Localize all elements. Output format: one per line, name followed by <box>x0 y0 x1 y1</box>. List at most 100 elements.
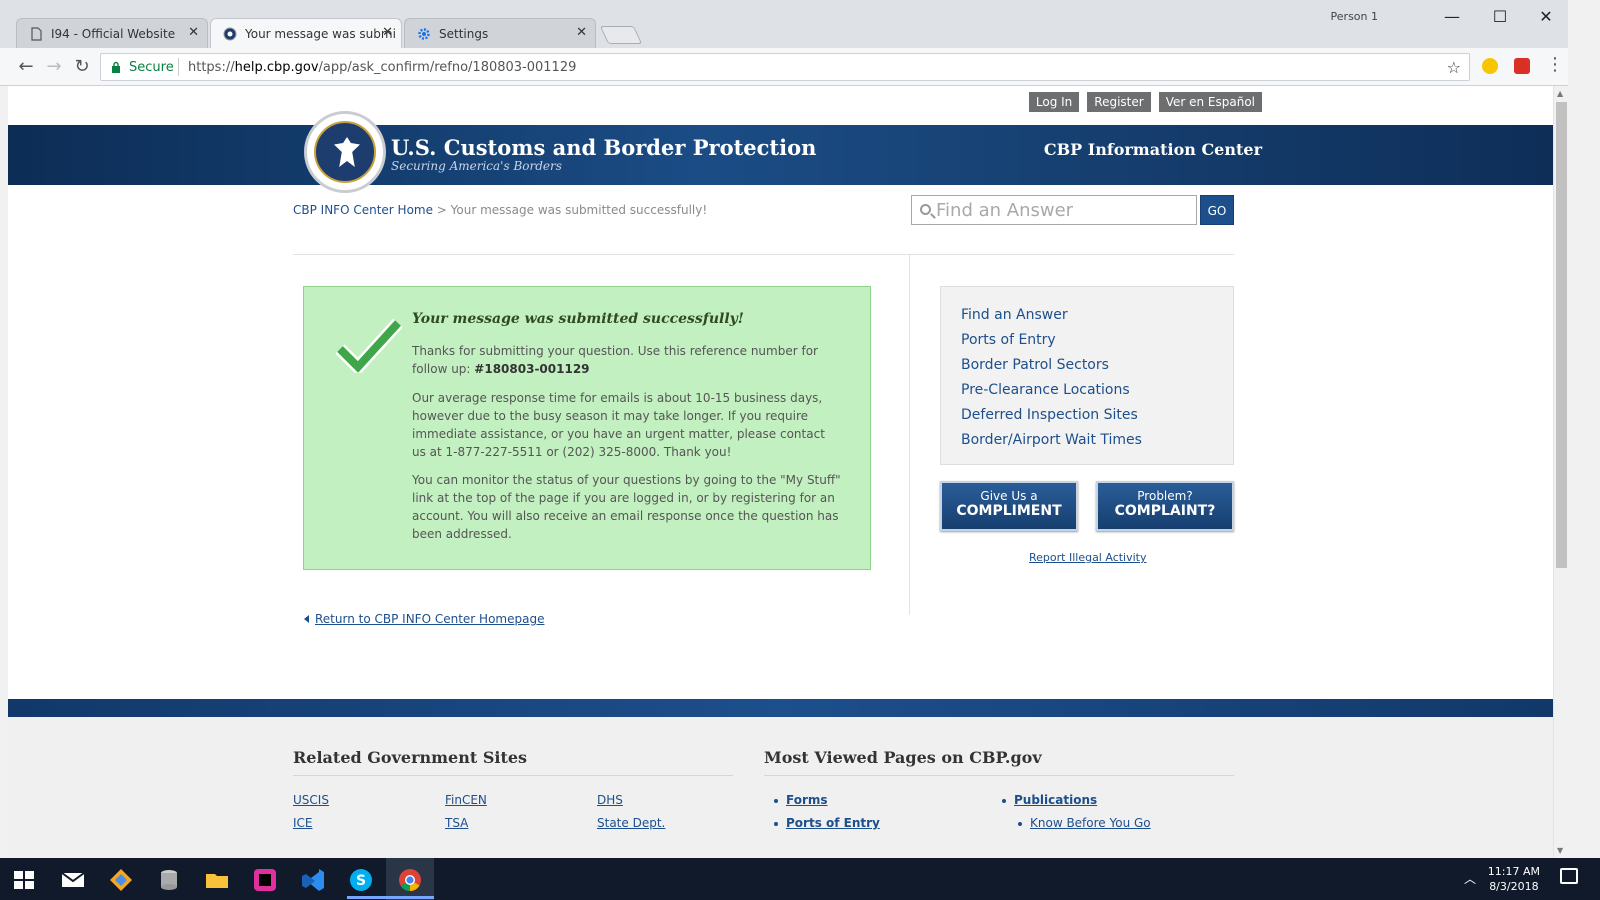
complaint-button[interactable]: Problem? COMPLAINT? <box>1096 481 1234 531</box>
skype-icon[interactable]: S <box>347 866 375 894</box>
seal-inner <box>314 121 376 183</box>
related-sites-heading: Related Government Sites <box>293 748 528 767</box>
address-bar[interactable]: Secure https://help.cbp.gov/app/ask_conf… <box>100 53 1470 81</box>
search-go-button[interactable]: GO <box>1200 195 1234 225</box>
dhs-seal-logo[interactable] <box>304 111 386 193</box>
checkmark-icon <box>336 318 402 373</box>
footer-link-ice[interactable]: ICE <box>293 816 313 830</box>
gitkraken-icon[interactable] <box>107 866 135 894</box>
footer-link-state-dept[interactable]: State Dept. <box>597 816 665 830</box>
footer-link-forms[interactable]: Forms <box>774 793 828 807</box>
side-link-border-patrol[interactable]: Border Patrol Sectors <box>961 357 1109 373</box>
taskbar-clock[interactable]: 11:17 AM 8/3/2018 <box>1488 864 1540 894</box>
vscode-icon[interactable] <box>299 866 327 894</box>
reference-number: #180803-001129 <box>474 362 590 376</box>
lock-icon <box>112 61 120 73</box>
login-link[interactable]: Log In <box>1028 92 1080 112</box>
secure-label: Secure <box>129 60 174 75</box>
scroll-down-icon[interactable]: ▼ <box>1557 846 1563 855</box>
minimize-icon[interactable]: — <box>1432 6 1472 30</box>
footer-rule <box>293 775 733 776</box>
extension-cors-icon[interactable] <box>1514 58 1530 74</box>
profile-name[interactable]: Person 1 <box>1331 10 1378 23</box>
side-link-ports-of-entry[interactable]: Ports of Entry <box>961 332 1056 348</box>
browser-toolbar: ← → ↻ Secure https://help.cbp.gov/app/as… <box>0 48 1568 86</box>
search-input[interactable] <box>936 199 1191 221</box>
new-tab-button[interactable] <box>599 26 643 44</box>
return-homepage-link[interactable]: Return to CBP INFO Center Homepage <box>304 612 544 626</box>
bullet-icon <box>774 821 778 826</box>
side-link-deferred-inspection[interactable]: Deferred Inspection Sites <box>961 407 1138 423</box>
tray-chevron-up-icon[interactable]: ︿ <box>1464 870 1476 887</box>
back-arrow-icon[interactable]: ← <box>14 55 38 79</box>
footer-band <box>8 699 1553 717</box>
side-link-wait-times[interactable]: Border/Airport Wait Times <box>961 432 1142 448</box>
side-link-find-answer[interactable]: Find an Answer <box>961 307 1068 323</box>
breadcrumb-separator: > <box>432 203 451 217</box>
footer-link-ports-of-entry[interactable]: Ports of Entry <box>774 816 880 830</box>
footer-rule <box>764 775 1234 776</box>
url-text[interactable]: https://help.cbp.gov/app/ask_confirm/ref… <box>188 60 576 75</box>
side-link-pre-clearance[interactable]: Pre-Clearance Locations <box>961 382 1130 398</box>
clock-time: 11:17 AM <box>1487 865 1540 878</box>
success-paragraph-monitor: You can monitor the status of your quest… <box>412 473 841 541</box>
webstorm-icon[interactable] <box>251 866 279 894</box>
tab-title: I94 - Official Website <box>51 27 176 41</box>
skype-running-indicator <box>347 896 387 899</box>
bullet-icon <box>774 798 778 803</box>
tab-i94[interactable]: I94 - Official Website ✕ <box>16 18 208 48</box>
page-scrollbar[interactable]: ▲ ▼ <box>1553 86 1568 858</box>
eagle-icon <box>334 137 360 167</box>
breadcrumb-home-link[interactable]: CBP INFO Center Home <box>293 203 433 217</box>
report-illegal-activity-link[interactable]: Report Illegal Activity <box>1029 551 1147 564</box>
maximize-icon[interactable]: ☐ <box>1480 6 1520 30</box>
close-icon[interactable]: ✕ <box>188 25 199 40</box>
success-paragraph-reference: Thanks for submitting your question. Use… <box>412 344 818 376</box>
notification-icon[interactable] <box>1560 868 1578 884</box>
chrome-icon[interactable] <box>396 866 424 894</box>
register-link[interactable]: Register <box>1087 92 1151 112</box>
tab-title: Settings <box>439 27 489 41</box>
center-title[interactable]: CBP Information Center <box>1044 140 1262 159</box>
windows-start-icon[interactable] <box>10 866 38 894</box>
window-close-icon[interactable]: ✕ <box>1526 6 1566 30</box>
org-tagline: Securing America's Borders <box>391 159 562 173</box>
bookmark-star-icon[interactable]: ☆ <box>1447 58 1461 77</box>
page-viewport: Log In Register Ver en Español U.S. Cust… <box>8 86 1553 858</box>
org-name[interactable]: U.S. Customs and Border Protection <box>391 135 816 160</box>
browser-menu-icon[interactable]: ⋮ <box>1546 54 1564 75</box>
svg-text:S: S <box>356 873 366 889</box>
url-separator <box>178 58 179 76</box>
scroll-thumb[interactable] <box>1556 102 1567 568</box>
reload-icon[interactable]: ↻ <box>70 55 94 79</box>
database-icon[interactable] <box>155 866 183 894</box>
forward-arrow-icon[interactable]: → <box>42 55 66 79</box>
cbp-seal-icon <box>223 27 237 41</box>
footer-link-know-before-you-go[interactable]: Know Before You Go <box>1018 816 1151 830</box>
tab-cbp[interactable]: Your message was submi ✕ <box>210 18 402 48</box>
extension-moon-icon[interactable] <box>1482 58 1498 74</box>
file-explorer-icon[interactable] <box>203 866 231 894</box>
search-icon <box>920 204 931 215</box>
tab-settings[interactable]: Settings ✕ <box>404 18 596 48</box>
footer-link-publications[interactable]: Publications <box>1002 793 1097 807</box>
column-divider <box>909 255 910 615</box>
compliment-button[interactable]: Give Us a COMPLIMENT <box>940 481 1078 531</box>
site-banner: U.S. Customs and Border Protection Secur… <box>8 125 1553 185</box>
close-icon[interactable]: ✕ <box>576 25 587 40</box>
clock-date: 8/3/2018 <box>1489 880 1539 893</box>
left-triangle-icon <box>304 615 309 623</box>
footer-link-tsa[interactable]: TSA <box>445 816 468 830</box>
breadcrumb-current: Your message was submitted successfully! <box>450 203 708 217</box>
scroll-up-icon[interactable]: ▲ <box>1557 89 1563 98</box>
spanish-link[interactable]: Ver en Español <box>1158 92 1262 112</box>
screen: I94 - Official Website ✕ Your message wa… <box>0 0 1600 900</box>
close-icon[interactable]: ✕ <box>382 25 393 40</box>
footer-link-fincen[interactable]: FinCEN <box>445 793 487 807</box>
footer-link-uscis[interactable]: USCIS <box>293 793 329 807</box>
chrome-running-indicator <box>386 896 434 899</box>
document-icon <box>31 27 42 41</box>
mail-icon[interactable] <box>59 866 87 894</box>
breadcrumb: CBP INFO Center Home > Your message was … <box>293 203 707 217</box>
footer-link-dhs[interactable]: DHS <box>597 793 623 807</box>
